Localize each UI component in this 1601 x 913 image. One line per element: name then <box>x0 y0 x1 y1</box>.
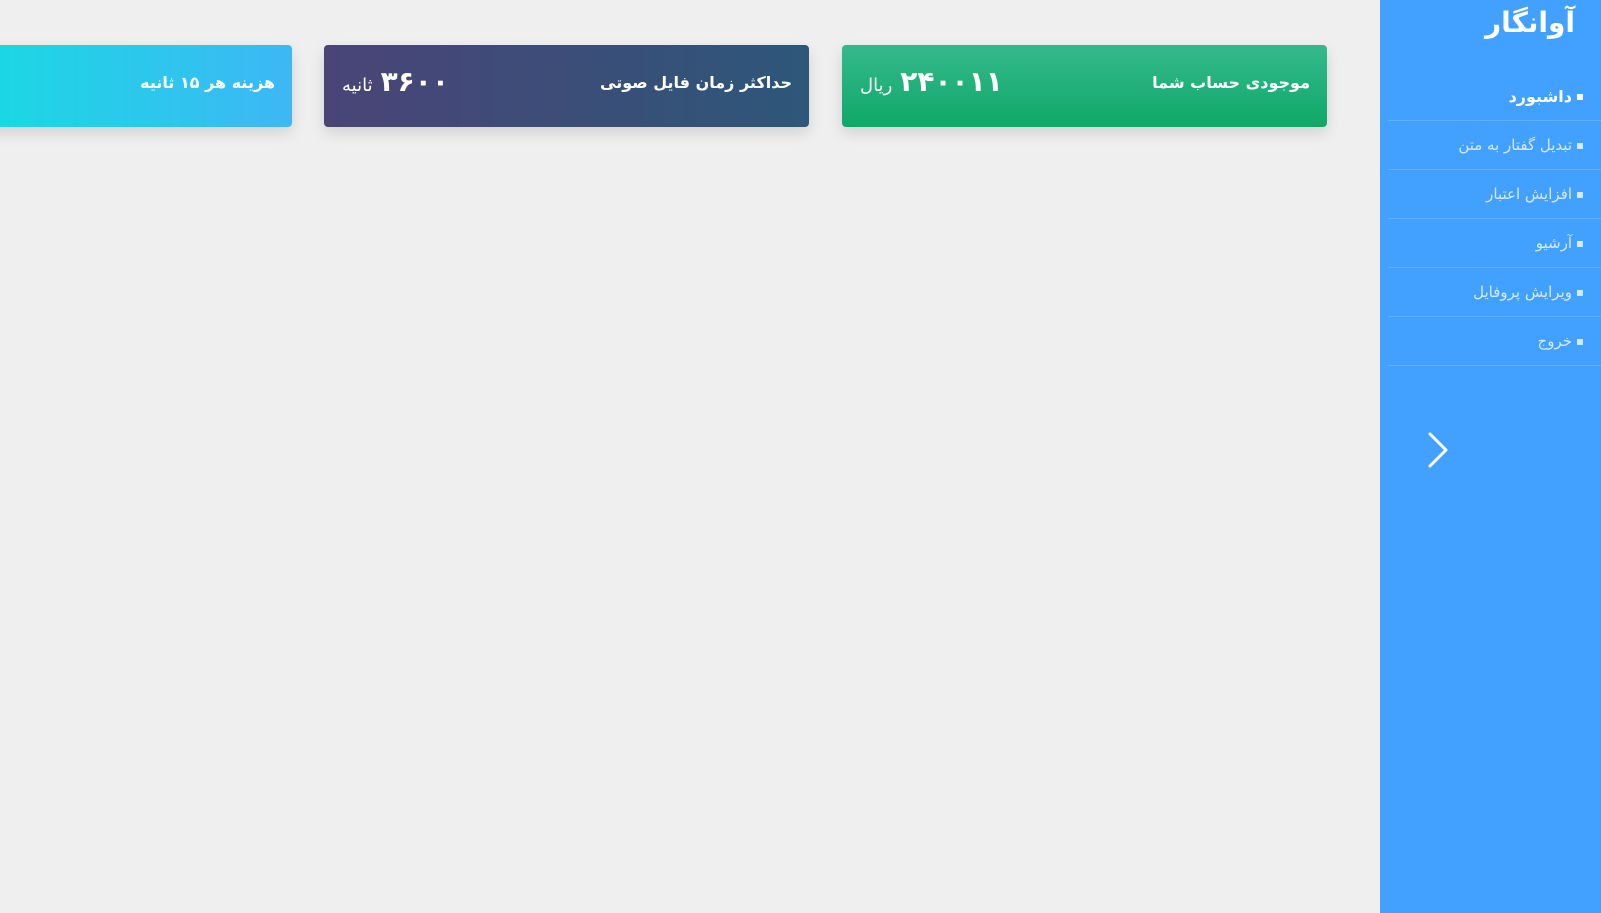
speech-to-text-icon: ▪ <box>1575 138 1584 152</box>
brand-logo[interactable]: آوانگار <box>1485 6 1575 39</box>
sidebar-item-label: خروج <box>1537 332 1572 350</box>
balance-value: ریال ۲۴۰۰۱۱ <box>860 65 1003 98</box>
balance-unit: ریال <box>860 75 893 96</box>
archive-icon: ▪ <box>1575 236 1584 250</box>
sidebar-item-speech-to-text[interactable]: ▪ تبدیل گفتار به متن <box>1388 121 1601 170</box>
balance-label: موجودی حساب شما <box>1152 73 1310 92</box>
chevron-right-icon[interactable] <box>1420 430 1454 470</box>
sidebar-item-dashboard[interactable]: ▪ داشبورد <box>1388 72 1601 121</box>
balance-amount: ۲۴۰۰۱۱ <box>900 65 1003 98</box>
sidebar-item-label: آرشیو <box>1535 234 1572 252</box>
sidebar-item-profile[interactable]: ▪ ویرایش پروفایل <box>1388 268 1601 317</box>
max-duration-label: حداکثر زمان فایل صوتی <box>600 73 792 92</box>
sidebar: آوانگار ▪ داشبورد ▪ تبدیل گفتار به متن ▪… <box>1380 0 1601 913</box>
sidebar-item-credit[interactable]: ▪ افزایش اعتبار <box>1388 170 1601 219</box>
cost-label: هزینه هر ۱۵ ثانیه <box>140 73 275 92</box>
max-duration-card: حداکثر زمان فایل صوتی ثانیه ۳۶۰۰ <box>324 45 809 127</box>
profile-icon: ▪ <box>1575 285 1584 299</box>
sidebar-item-label: افزایش اعتبار <box>1486 185 1572 203</box>
max-duration-unit: ثانیه <box>342 75 373 96</box>
credit-icon: ▪ <box>1575 187 1584 201</box>
dashboard-icon: ▪ <box>1575 89 1584 103</box>
sidebar-item-archive[interactable]: ▪ آرشیو <box>1388 219 1601 268</box>
sidebar-item-label: ویرایش پروفایل <box>1473 283 1572 301</box>
logout-icon: ▪ <box>1575 334 1584 348</box>
sidebar-item-logout[interactable]: ▪ خروج <box>1388 317 1601 366</box>
cost-card: هزینه هر ۱۵ ثانیه <box>0 45 292 127</box>
max-duration-amount: ۳۶۰۰ <box>380 65 449 98</box>
sidebar-menu: ▪ داشبورد ▪ تبدیل گفتار به متن ▪ افزایش … <box>1388 72 1601 366</box>
balance-card: موجودی حساب شما ریال ۲۴۰۰۱۱ <box>842 45 1327 127</box>
sidebar-item-label: داشبورد <box>1508 86 1572 106</box>
max-duration-value: ثانیه ۳۶۰۰ <box>342 65 449 98</box>
sidebar-item-label: تبدیل گفتار به متن <box>1458 136 1572 154</box>
